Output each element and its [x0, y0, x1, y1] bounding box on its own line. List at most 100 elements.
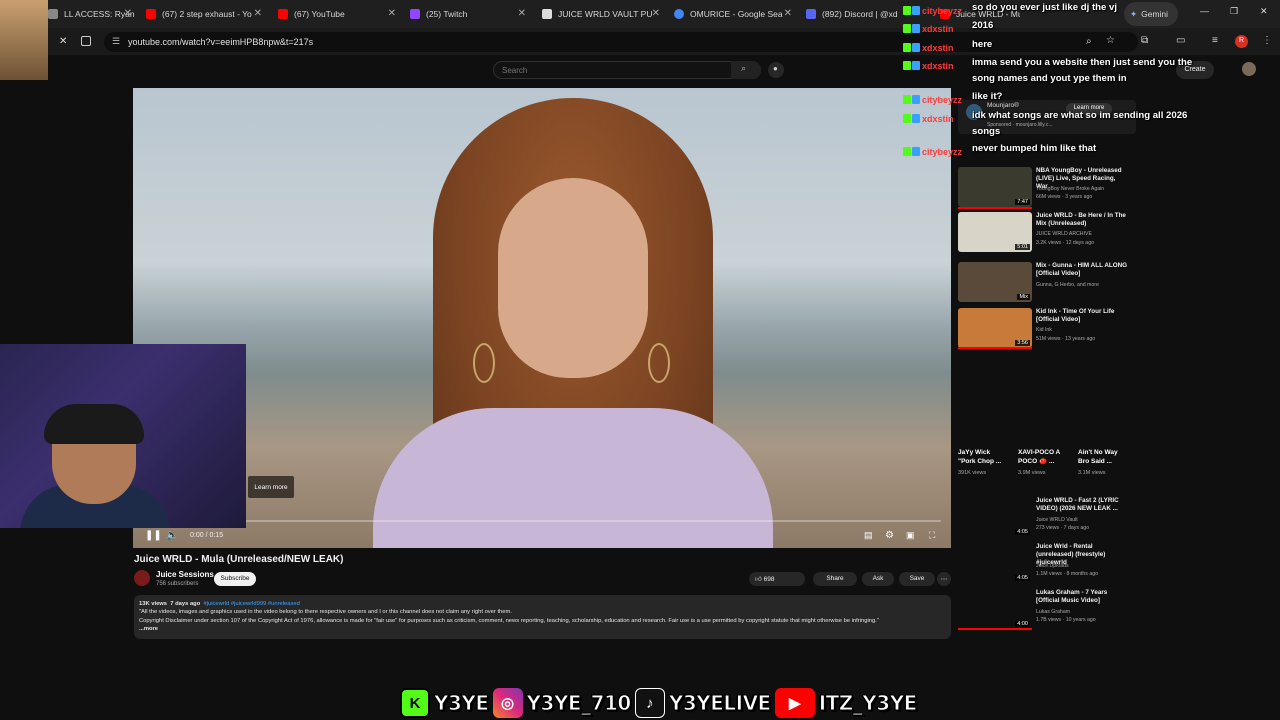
video-progress-bar[interactable]	[143, 520, 941, 522]
watched-progress-bar	[958, 207, 1032, 209]
description-line: Copyright Disclaimer under section 107 o…	[139, 617, 879, 624]
recommendation-channel[interactable]: Lukas Graham	[1036, 609, 1070, 615]
more-actions-button[interactable]: ⋯	[937, 572, 951, 586]
pause-icon[interactable]: ❚❚	[145, 530, 162, 541]
thumbs-up-icon: 👍︎	[755, 576, 762, 583]
subtitles-icon[interactable]: ▤	[864, 530, 873, 541]
close-icon[interactable]: ✕	[652, 8, 660, 19]
chat-message: citybeyzz	[903, 143, 962, 157]
recommendation-title[interactable]: Juice WRLD - Be Here / In The Mix (Unrel…	[1036, 212, 1128, 228]
recommendation-meta: 66M views · 3 years ago	[1036, 194, 1093, 200]
instagram-icon: ◎	[492, 688, 523, 718]
chat-text: idk what songs are what so im sending al…	[972, 110, 1188, 137]
recommendation-title[interactable]: Kid Ink - Time Of Your Life [Official Vi…	[1036, 308, 1128, 324]
browser-tab[interactable]: (25) Twitch ✕	[410, 2, 530, 26]
video-thumbnail[interactable]: 7:47	[958, 167, 1032, 207]
streamer-corner-cam	[0, 0, 48, 80]
recommendation-channel[interactable]: JUICE WRLD ARCHIVE	[1036, 231, 1092, 237]
browser-tab[interactable]: OMURICE - Google Sea ✕	[674, 2, 796, 26]
video-thumbnail[interactable]: 4:05	[958, 497, 1032, 537]
hashtags[interactable]: #juicewrld #juicewrld999 #unreleased	[203, 601, 299, 607]
browser-tab[interactable]: (892) Discord | @xd	[806, 2, 906, 26]
browser-tab[interactable]: JUICE WRLD VAULT PU ✕	[542, 2, 664, 26]
chat-username: citybeyzz	[922, 5, 963, 16]
recommendation-channel[interactable]: Juice WRLD Vault	[1036, 517, 1078, 523]
search-button[interactable]: ⌕	[731, 61, 761, 79]
channel-name[interactable]: Juice Sessions	[156, 570, 214, 579]
video-controls: ❚❚ 🔈 0:00 / 0:15 ▤ ⚙ ▣ ⛶	[133, 526, 951, 548]
ad-learn-more-button[interactable]: Learn more	[248, 476, 294, 498]
video-thumbnail[interactable]: 4:00	[958, 589, 1032, 629]
close-icon[interactable]: ✕	[124, 8, 132, 19]
social-handles-bar: K Y3YE ◎ Y3YE_710 ♪ Y3YELIVE ▶ ITZ_Y3YE	[400, 686, 921, 720]
chat-message: xdxstin	[903, 110, 954, 124]
short-title[interactable]: JaYy Wick "Pork Chop ...	[958, 448, 1008, 466]
view-count: 13K views	[139, 601, 168, 607]
short-title[interactable]: XAVI-POCO A POCO 🍅 ...	[1018, 448, 1068, 466]
tab-label: JUICE WRLD VAULT PU	[558, 9, 653, 19]
recommendation-title[interactable]: Mix - Gunna - HIM ALL ALONG [Official Vi…	[1036, 262, 1128, 278]
tab-favicon-icon	[48, 9, 58, 19]
media-icon[interactable]: ≡	[1212, 35, 1218, 46]
short-title[interactable]: Ain't No Way Bro Said ...	[1078, 448, 1128, 466]
miniplayer-icon[interactable]: ▣	[906, 530, 915, 541]
kick-badge-icon	[903, 43, 911, 53]
video-description[interactable]: 13K views 7 days ago #juicewrld #juicewr…	[134, 595, 951, 639]
channel-avatar[interactable]	[134, 570, 150, 586]
browser-tab[interactable]: (67) YouTube ✕	[278, 2, 400, 26]
settings-gear-icon[interactable]: ⚙	[885, 530, 894, 541]
video-title: Juice WRLD - Mula (Unreleased/NEW LEAK)	[134, 554, 344, 565]
watched-progress-bar	[958, 347, 1032, 349]
recommendation-title[interactable]: Juice WRLD - Fast 2 (LYRIC VIDEO) (2026 …	[1036, 497, 1128, 513]
fullscreen-icon[interactable]: ⛶	[929, 530, 935, 541]
close-icon[interactable]: ✕	[388, 8, 396, 19]
video-thumbnail[interactable]: 5:01	[958, 212, 1032, 252]
ask-button[interactable]: Ask	[862, 572, 894, 586]
close-window-icon[interactable]: ✕	[1260, 6, 1268, 17]
chat-text: imma send you a website then just send y…	[972, 57, 1193, 84]
recommendation-channel[interactable]: Kid Ink	[1036, 327, 1052, 333]
like-button[interactable]: 👍︎ 698	[749, 572, 805, 586]
maximize-icon[interactable]: ❐	[1230, 6, 1238, 17]
volume-icon[interactable]: 🔈	[166, 530, 178, 541]
video-frame-earring	[648, 343, 670, 383]
chat-message: xdxstin	[903, 57, 954, 71]
video-thumbnail[interactable]: Mix	[958, 262, 1032, 302]
sidebar-icon[interactable]	[81, 36, 91, 46]
video-thumbnail[interactable]: 4:05	[958, 543, 1032, 583]
short-views: 3.9M views	[1018, 470, 1046, 476]
profile-avatar[interactable]: R	[1235, 35, 1248, 48]
menu-icon[interactable]: ⋮	[1262, 35, 1272, 46]
tiktok-icon: ♪	[634, 688, 665, 718]
chat-text: like it?	[972, 91, 1003, 102]
recommendation-channel[interactable]: Juice.Uploads	[1036, 563, 1069, 569]
share-button[interactable]: Share	[813, 572, 857, 586]
recommendation-title[interactable]: Lukas Graham - 7 Years [Official Music V…	[1036, 589, 1128, 605]
close-icon[interactable]: ✕	[518, 8, 526, 19]
browser-tab[interactable]: (67) 2 step exhaust - Yo ✕	[146, 2, 266, 26]
channel-subscribers: 756 subscribers	[156, 581, 199, 587]
video-frame-face	[498, 178, 648, 378]
duration-badge: 3:56	[1015, 340, 1030, 346]
recommendation-channel[interactable]: YoungBoy Never Broke Again	[1036, 186, 1104, 192]
browser-tab[interactable]: LL ACCESS: Ryan G ✕	[48, 2, 136, 26]
kick-badge-icon	[903, 95, 911, 105]
sub-badge-icon	[912, 24, 920, 34]
webcam-cap	[44, 404, 144, 444]
duration-badge: 4:05	[1015, 575, 1030, 581]
description-more-link[interactable]: ...more	[139, 625, 946, 633]
account-avatar[interactable]	[1242, 62, 1256, 76]
search-input[interactable]: Search	[493, 61, 761, 79]
close-icon[interactable]: ✕	[59, 36, 67, 47]
site-info-icon[interactable]: ☰	[112, 36, 120, 47]
close-icon[interactable]: ✕	[784, 8, 792, 19]
chat-message: citybeyzz	[903, 2, 962, 16]
save-button[interactable]: Save	[899, 572, 935, 586]
recommendation-channel[interactable]: Gunna, G Herbo, and more	[1036, 282, 1099, 288]
duration-badge: 5:01	[1015, 244, 1030, 250]
voice-search-button[interactable]: ●	[768, 62, 784, 78]
subscribe-button[interactable]: Subscribe	[214, 572, 256, 586]
video-thumbnail[interactable]: 3:56	[958, 308, 1032, 348]
kick-badge-icon	[903, 61, 911, 71]
close-icon[interactable]: ✕	[254, 8, 262, 19]
